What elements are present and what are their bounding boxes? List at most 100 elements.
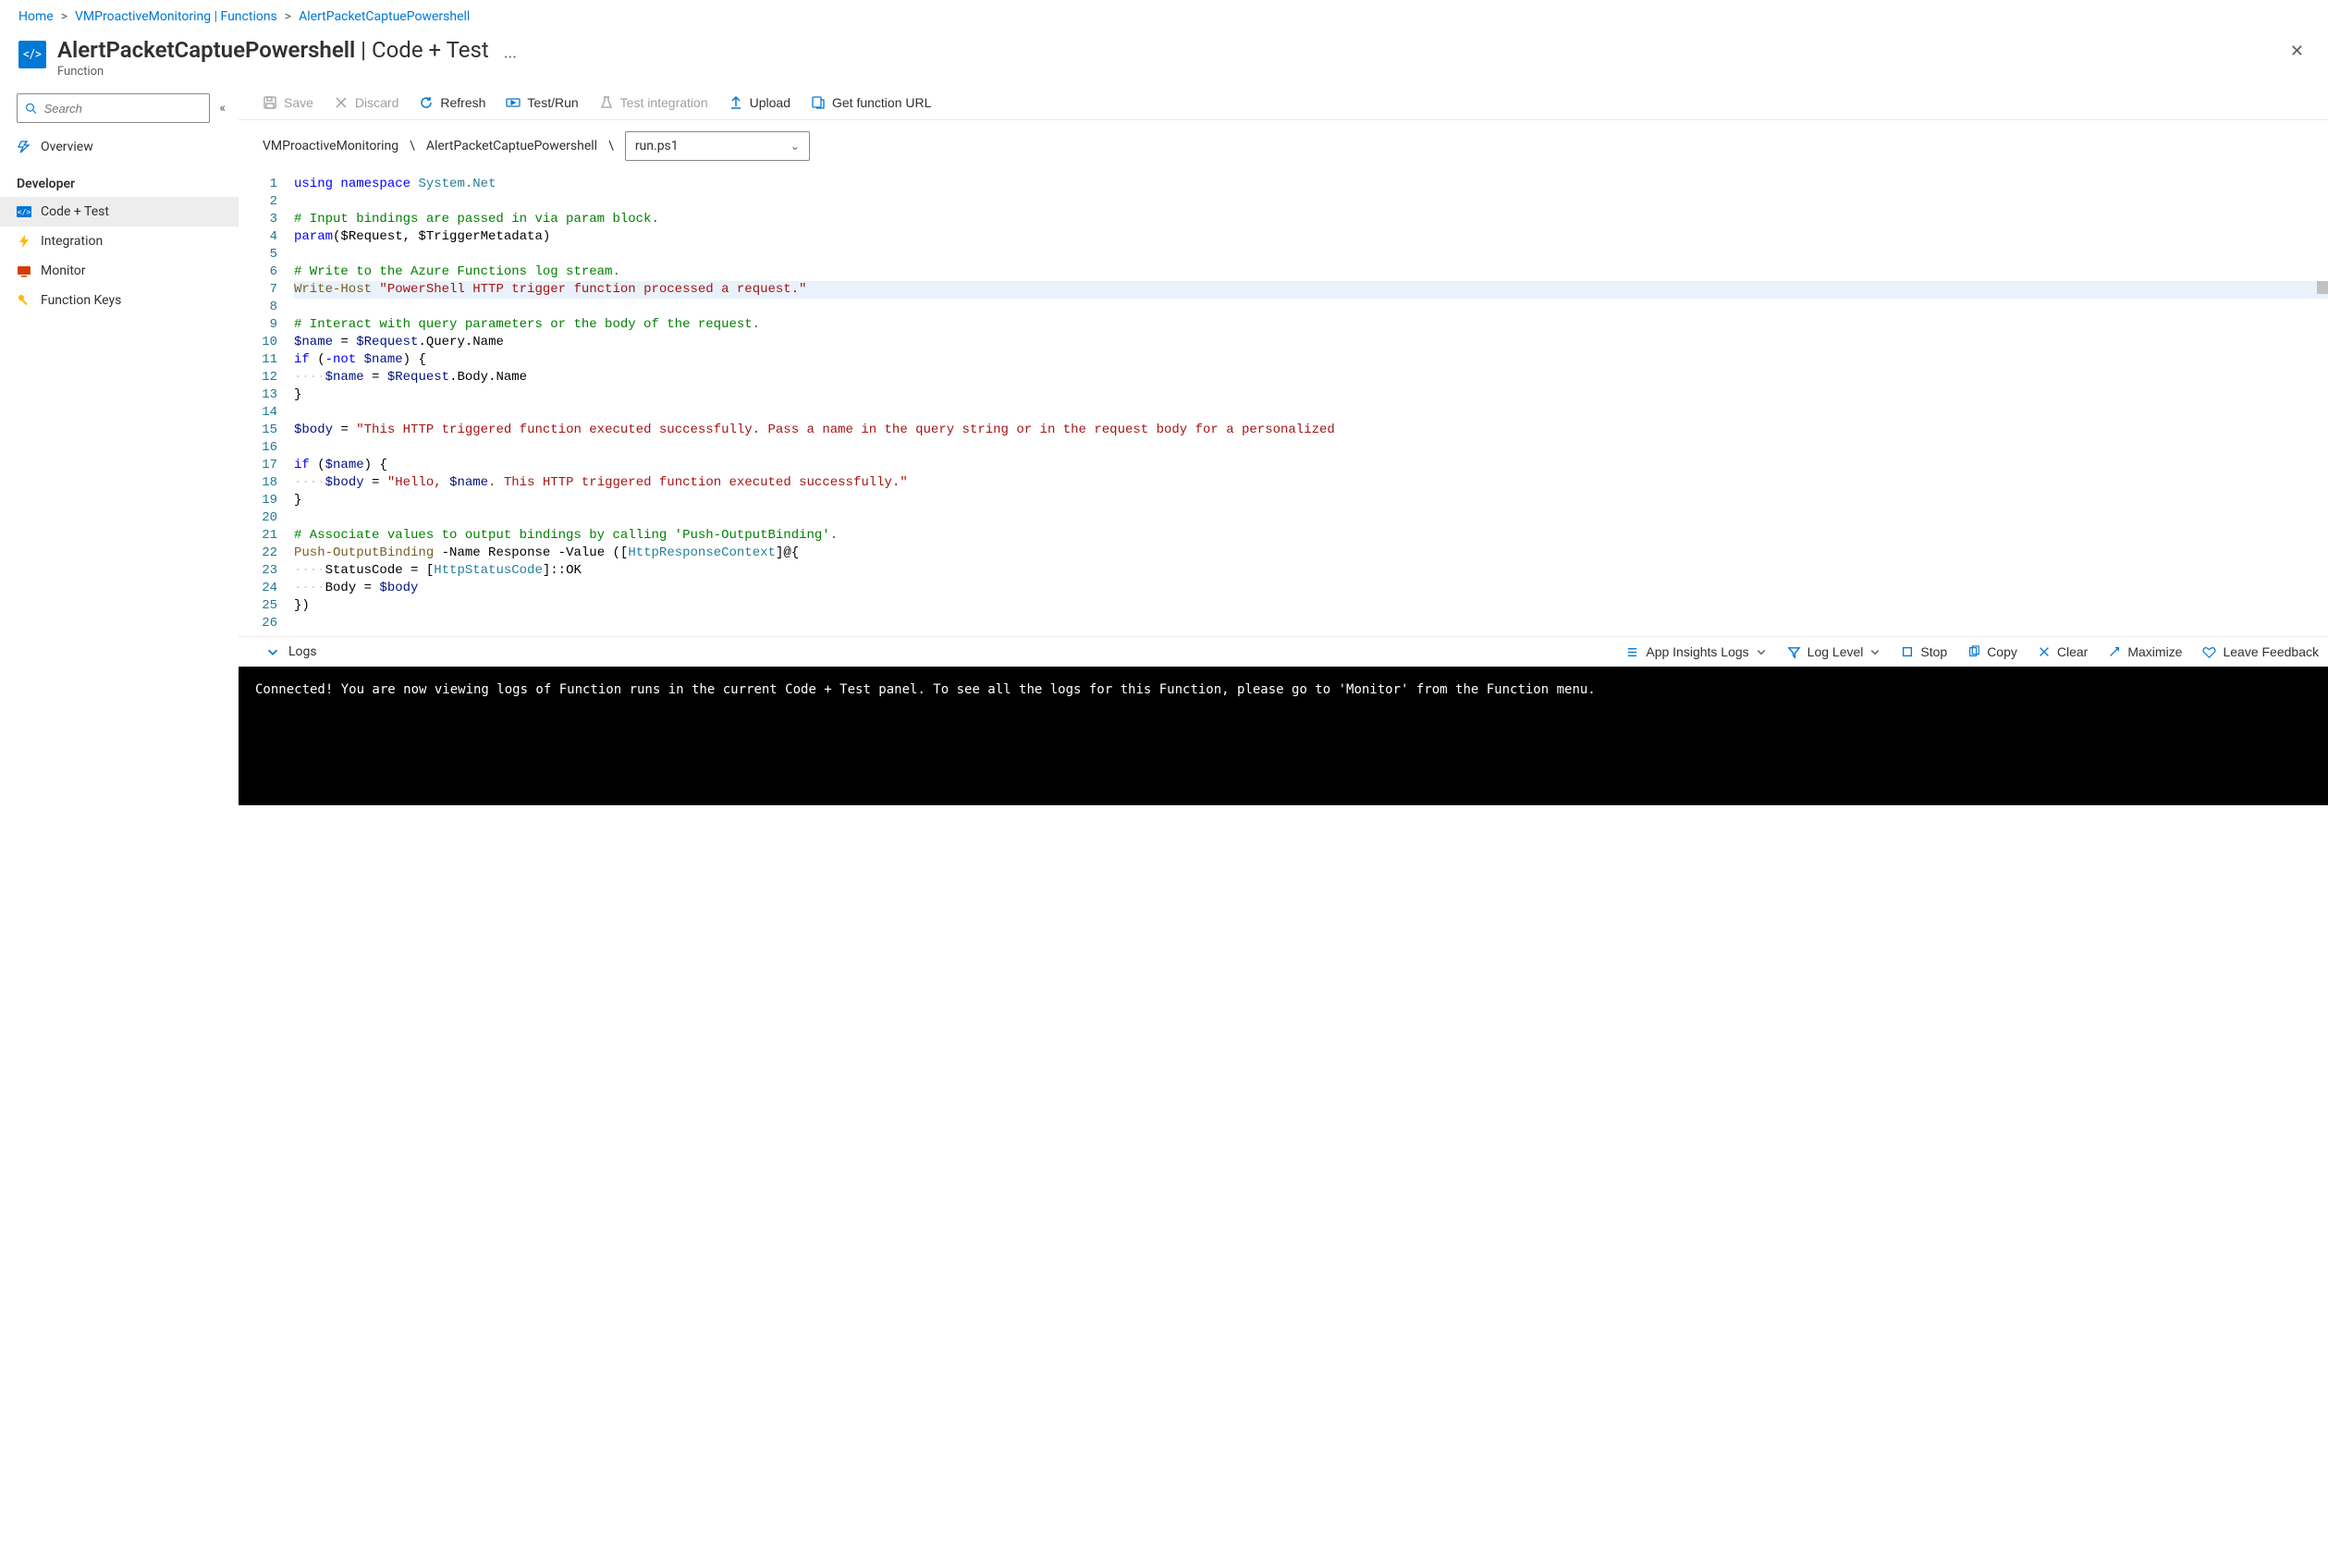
sidebar-search[interactable] bbox=[17, 93, 210, 123]
sidebar-item-monitor[interactable]: Monitor bbox=[0, 256, 239, 286]
t: HttpStatusCode bbox=[434, 563, 543, 578]
sidebar-item-code-test[interactable]: </> Code + Test bbox=[0, 197, 239, 227]
sidebar-search-input[interactable] bbox=[43, 101, 202, 116]
line-gutter: 1 2 3 4 5 6 7 8 9 10 11 12 13 14 15 16 1… bbox=[239, 176, 294, 632]
t: $Request bbox=[356, 335, 418, 349]
t: StatusCode = [ bbox=[325, 563, 435, 578]
t: ]@{ bbox=[776, 545, 799, 560]
sidebar-item-integration[interactable]: Integration bbox=[0, 227, 239, 256]
save-button[interactable]: Save bbox=[263, 95, 313, 110]
t: Write-Host bbox=[294, 282, 379, 297]
logs-toggle[interactable]: Logs bbox=[266, 644, 317, 659]
t: # Associate values to output bindings by… bbox=[294, 528, 838, 543]
copy-button[interactable]: Copy bbox=[1967, 644, 2017, 659]
t: . This HTTP triggered function executed … bbox=[488, 475, 908, 490]
t: ( bbox=[310, 458, 325, 472]
t: using bbox=[294, 177, 333, 191]
leave-feedback-button[interactable]: Leave Feedback bbox=[2202, 644, 2319, 659]
stop-icon bbox=[1901, 645, 1914, 658]
t: "Hello, bbox=[387, 475, 449, 490]
title-sep: | bbox=[355, 37, 372, 63]
file-select-dropdown[interactable]: run.ps1 ⌄ bbox=[625, 131, 810, 161]
page-subtitle: Function bbox=[57, 65, 489, 79]
collapse-sidebar-button[interactable]: « bbox=[219, 101, 226, 116]
refresh-icon bbox=[419, 95, 434, 110]
sidebar-item-overview[interactable]: Overview bbox=[0, 132, 239, 162]
t: ···· bbox=[294, 563, 325, 578]
t: ) { bbox=[403, 352, 426, 367]
test-integration-button[interactable]: Test integration bbox=[599, 95, 708, 110]
log-level-button[interactable]: Log Level bbox=[1787, 644, 1881, 659]
t: ($Request, $TriggerMetadata) bbox=[333, 229, 550, 244]
bolt-icon bbox=[17, 234, 31, 249]
clear-button[interactable]: Clear bbox=[2038, 644, 2088, 659]
refresh-button[interactable]: Refresh bbox=[419, 95, 485, 110]
sidebar-item-function-keys[interactable]: Function Keys bbox=[0, 286, 239, 315]
search-icon bbox=[25, 102, 37, 115]
t: System.Net bbox=[418, 177, 496, 191]
sidebar-item-label: Monitor bbox=[41, 263, 86, 278]
flask-icon bbox=[599, 95, 614, 110]
function-outline-icon bbox=[17, 140, 31, 154]
discard-icon bbox=[334, 95, 349, 110]
save-icon bbox=[263, 95, 277, 110]
app-insights-logs-button[interactable]: App Insights Logs bbox=[1625, 644, 1766, 659]
t: param bbox=[294, 229, 333, 244]
t: -Name bbox=[434, 545, 480, 560]
discard-button[interactable]: Discard bbox=[334, 95, 398, 110]
stop-button[interactable]: Stop bbox=[1901, 644, 1947, 659]
button-label: Discard bbox=[355, 95, 398, 110]
file-path-row: VMProactiveMonitoring \ AlertPacketCaptu… bbox=[239, 120, 2328, 172]
code-glyph: </> bbox=[23, 47, 42, 62]
more-menu-button[interactable]: ··· bbox=[504, 48, 517, 67]
t: ([ bbox=[605, 545, 628, 560]
t: HttpResponseContext bbox=[628, 545, 776, 560]
maximize-button[interactable]: Maximize bbox=[2108, 644, 2182, 659]
code-test-icon: </> bbox=[17, 204, 31, 219]
t: = bbox=[364, 370, 387, 385]
button-label: Maximize bbox=[2127, 644, 2182, 659]
upload-icon bbox=[729, 95, 743, 110]
t: $body bbox=[325, 475, 364, 490]
button-label: Save bbox=[284, 95, 313, 110]
code-content[interactable]: using namespace System.Net # Input bindi… bbox=[294, 176, 2328, 632]
breadcrumb: Home > VMProactiveMonitoring | Functions… bbox=[0, 0, 2328, 33]
breadcrumb-fn[interactable]: AlertPacketCaptuePowershell bbox=[299, 9, 470, 24]
button-label: Stop bbox=[1920, 644, 1947, 659]
upload-button[interactable]: Upload bbox=[729, 95, 790, 110]
t: $Request bbox=[387, 370, 449, 385]
logs-console[interactable]: Connected! You are now viewing logs of F… bbox=[239, 667, 2328, 805]
test-run-icon bbox=[506, 95, 521, 110]
key-icon bbox=[17, 293, 31, 308]
chevron-down-icon bbox=[266, 645, 279, 658]
title-name: AlertPacketCaptuePowershell bbox=[57, 37, 355, 63]
t: } bbox=[294, 387, 301, 402]
get-function-url-button[interactable]: Get function URL bbox=[811, 95, 931, 110]
button-label: Leave Feedback bbox=[2223, 644, 2319, 659]
t: ( bbox=[310, 352, 325, 367]
sidebar-item-label: Integration bbox=[41, 234, 103, 249]
code-editor[interactable]: 1 2 3 4 5 6 7 8 9 10 11 12 13 14 15 16 1… bbox=[239, 172, 2328, 636]
button-label: App Insights Logs bbox=[1646, 644, 1748, 659]
t: ···· bbox=[294, 581, 325, 595]
monitor-icon bbox=[17, 263, 31, 278]
button-label: Clear bbox=[2057, 644, 2088, 659]
path-sep: \ bbox=[410, 139, 415, 153]
page-title: AlertPacketCaptuePowershell | Code + Tes… bbox=[57, 37, 489, 63]
breadcrumb-app[interactable]: VMProactiveMonitoring | Functions bbox=[75, 9, 277, 24]
button-label: Refresh bbox=[440, 95, 485, 110]
sidebar-section-developer: Developer bbox=[0, 162, 239, 197]
chevron-down-icon bbox=[1756, 646, 1767, 657]
main-content: Save Discard Refresh Test/Run Test integ… bbox=[239, 86, 2328, 805]
path-segment-fn: AlertPacketCaptuePowershell bbox=[426, 139, 597, 153]
test-run-button[interactable]: Test/Run bbox=[506, 95, 578, 110]
t: ]::OK bbox=[543, 563, 582, 578]
file-select-value: run.ps1 bbox=[635, 139, 679, 153]
breadcrumb-sep: > bbox=[61, 9, 67, 24]
close-button[interactable]: ✕ bbox=[2285, 41, 2310, 62]
t: "This HTTP triggered function executed s… bbox=[356, 423, 1335, 437]
button-label: Copy bbox=[1987, 644, 2017, 659]
breadcrumb-home[interactable]: Home bbox=[18, 9, 54, 24]
button-label: Get function URL bbox=[832, 95, 931, 110]
editor-scrollbar-thumb[interactable] bbox=[2317, 281, 2328, 294]
